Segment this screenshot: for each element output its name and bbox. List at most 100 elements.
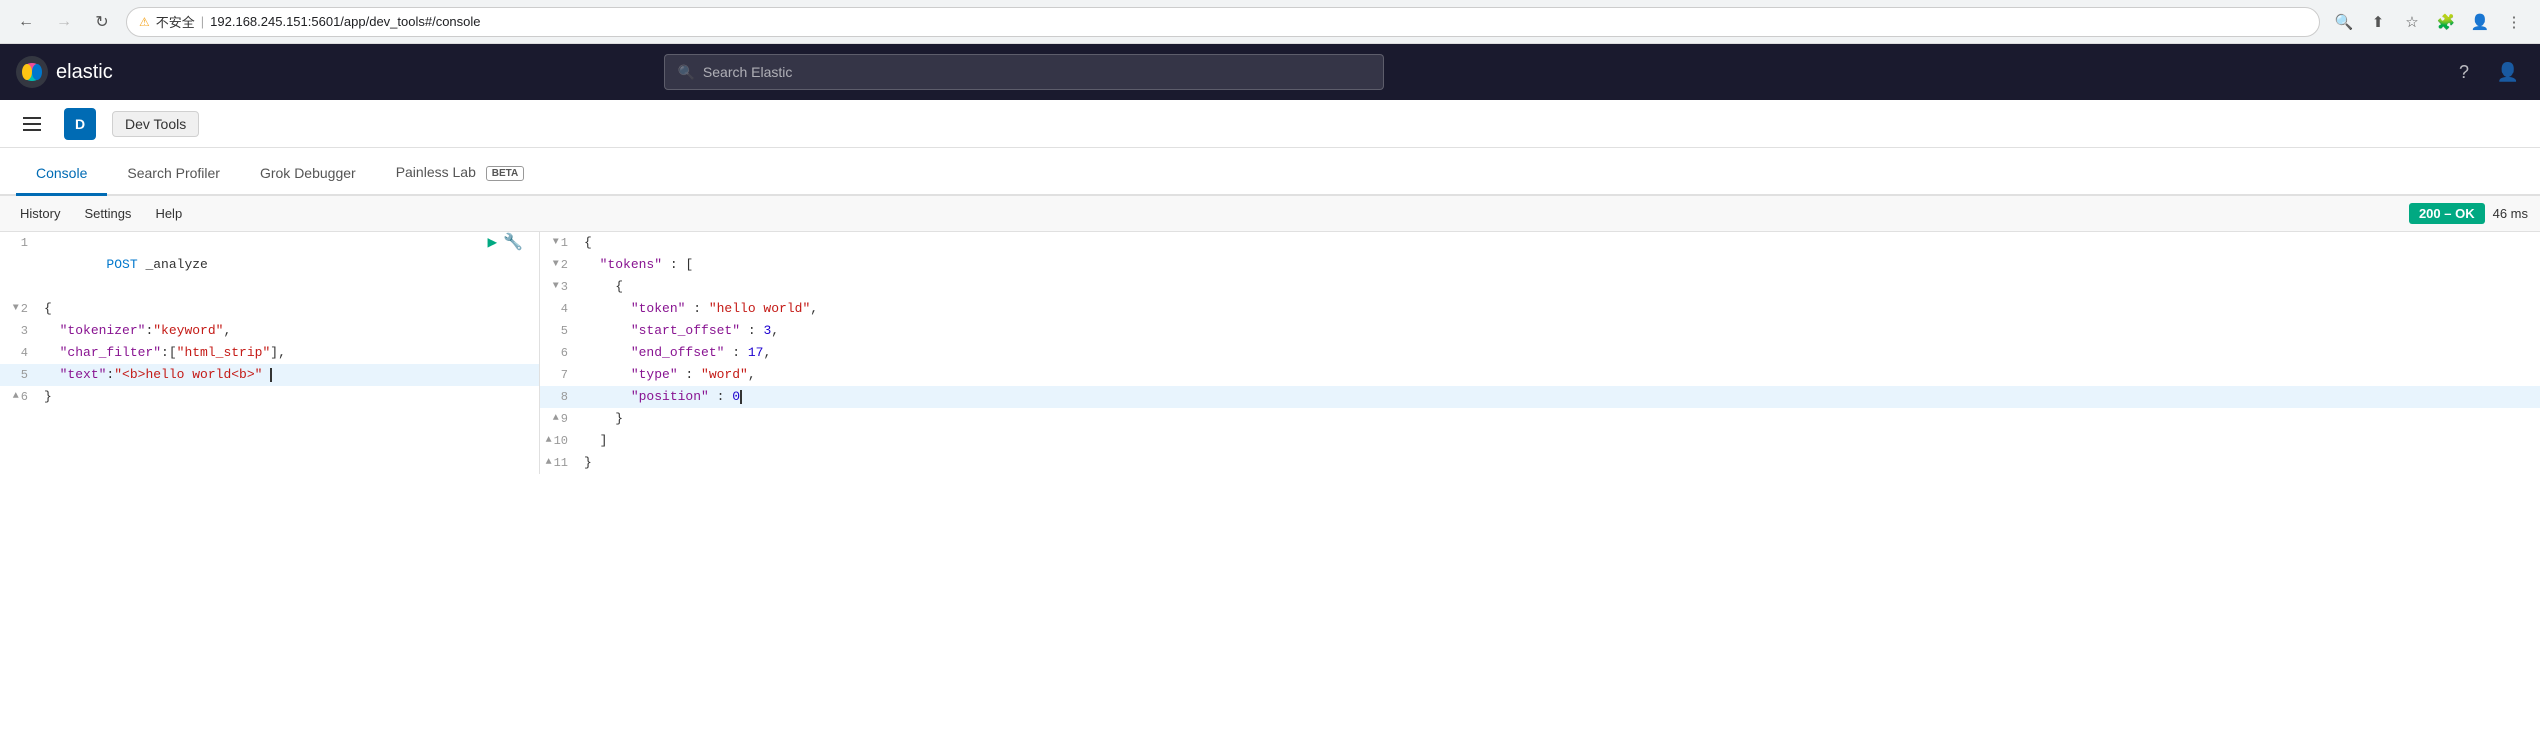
code-content: "tokens" : [ bbox=[580, 254, 2524, 276]
url-text: 192.168.245.151:5601/app/dev_tools#/cons… bbox=[210, 14, 2307, 29]
search-placeholder: Search Elastic bbox=[703, 64, 792, 80]
code-content: "type" : "word", bbox=[580, 364, 2524, 386]
editor-line: ▲ 10 ] bbox=[540, 430, 2540, 452]
editor-line: ▼ 1 { bbox=[540, 232, 2540, 254]
fold-indicator[interactable]: ▼ bbox=[553, 254, 559, 276]
run-button[interactable]: ▶ bbox=[487, 232, 497, 254]
editor-line: 4 "char_filter":["html_strip"], bbox=[0, 342, 539, 364]
search-icon: 🔍 bbox=[677, 64, 694, 81]
code-content: "char_filter":["html_strip"], bbox=[40, 342, 523, 364]
editor-line: ▲ 6 } bbox=[0, 386, 539, 408]
address-bar[interactable]: ⚠ 不安全 | 192.168.245.151:5601/app/dev_too… bbox=[126, 7, 2320, 37]
browser-share-button[interactable]: ⬆ bbox=[2364, 8, 2392, 36]
line-number: ▲ 10 bbox=[540, 430, 580, 452]
code-content: POST _analyze bbox=[40, 232, 479, 298]
fold-indicator[interactable]: ▲ bbox=[13, 386, 19, 408]
editor-line: 5 "text":"<b>hello world<b>" bbox=[0, 364, 539, 386]
code-content: "start_offset" : 3, bbox=[580, 320, 2524, 342]
editor-line: 1 POST _analyze ▶ 🔧 bbox=[0, 232, 539, 298]
forward-button[interactable]: → bbox=[50, 8, 78, 36]
status-badge: 200 – OK bbox=[2409, 203, 2485, 224]
editor-line: ▼ 2 "tokens" : [ bbox=[540, 254, 2540, 276]
elastic-logo-text: elastic bbox=[56, 61, 113, 84]
editor-container: 1 POST _analyze ▶ 🔧 ▼ 2 { 3 "tokenizer":… bbox=[0, 232, 2540, 474]
response-editor[interactable]: ▼ 1 { ▼ 2 "tokens" : [ ▼ 3 { 4 "token" :… bbox=[540, 232, 2540, 474]
toolbar: History Settings Help 200 – OK 46 ms bbox=[0, 196, 2540, 232]
code-content: { bbox=[580, 232, 2524, 254]
user-menu-icon[interactable]: 👤 bbox=[2492, 56, 2524, 88]
history-button[interactable]: History bbox=[12, 202, 68, 225]
elastic-logo[interactable]: elastic bbox=[16, 56, 113, 88]
code-content: ] bbox=[580, 430, 2524, 452]
user-badge: D bbox=[64, 108, 96, 140]
line-number: 4 bbox=[0, 342, 40, 364]
fold-indicator[interactable]: ▼ bbox=[553, 232, 559, 254]
wrench-button[interactable]: 🔧 bbox=[503, 232, 523, 254]
settings-button[interactable]: Settings bbox=[76, 202, 139, 225]
code-content: "end_offset" : 17, bbox=[580, 342, 2524, 364]
fold-indicator[interactable]: ▲ bbox=[553, 408, 559, 430]
line-number: ▲ 6 bbox=[0, 386, 40, 408]
fold-indicator[interactable]: ▲ bbox=[546, 452, 552, 474]
code-content: "tokenizer":"keyword", bbox=[40, 320, 523, 342]
hamburger-button[interactable] bbox=[16, 108, 48, 140]
help-button[interactable]: Help bbox=[147, 202, 190, 225]
browser-actions: 🔍 ⬆ ☆ 🧩 👤 ⋮ bbox=[2330, 8, 2528, 36]
line-number: 5 bbox=[0, 364, 40, 386]
code-content: } bbox=[40, 386, 523, 408]
editor-line: 3 "tokenizer":"keyword", bbox=[0, 320, 539, 342]
browser-menu-button[interactable]: ⋮ bbox=[2500, 8, 2528, 36]
editor-line: ▲ 9 } bbox=[540, 408, 2540, 430]
line-number: ▲ 11 bbox=[540, 452, 580, 474]
line-number: ▲ 9 bbox=[540, 408, 580, 430]
fold-indicator[interactable]: ▲ bbox=[546, 430, 552, 452]
line-number: ▼ 2 bbox=[540, 254, 580, 276]
code-content: "text":"<b>hello world<b>" bbox=[40, 364, 523, 386]
toolbar-right: 200 – OK 46 ms bbox=[2409, 203, 2528, 224]
code-content: { bbox=[580, 276, 2524, 298]
help-icon[interactable]: ? bbox=[2448, 56, 2480, 88]
editor-line: 4 "token" : "hello world", bbox=[540, 298, 2540, 320]
request-editor[interactable]: 1 POST _analyze ▶ 🔧 ▼ 2 { 3 "tokenizer":… bbox=[0, 232, 540, 474]
sub-header: D Dev Tools bbox=[0, 100, 2540, 148]
line-number: ▼ 2 bbox=[0, 298, 40, 320]
reload-button[interactable]: ↻ bbox=[88, 8, 116, 36]
tab-grok-debugger[interactable]: Grok Debugger bbox=[240, 153, 376, 196]
code-content: } bbox=[580, 452, 2524, 474]
tab-search-profiler[interactable]: Search Profiler bbox=[107, 153, 240, 196]
code-content: "position" : 0 bbox=[580, 386, 2524, 408]
elastic-search-bar[interactable]: 🔍 Search Elastic bbox=[664, 54, 1384, 90]
browser-bookmark-button[interactable]: ☆ bbox=[2398, 8, 2426, 36]
editor-line: 8 "position" : 0 bbox=[540, 386, 2540, 408]
line-number: 6 bbox=[540, 342, 580, 364]
tab-console[interactable]: Console bbox=[16, 153, 107, 196]
line-number: 1 bbox=[0, 232, 40, 254]
editor-line: ▼ 3 { bbox=[540, 276, 2540, 298]
editor-line: 7 "type" : "word", bbox=[540, 364, 2540, 386]
security-label: 不安全 bbox=[156, 12, 195, 31]
browser-extension-icon[interactable]: 🧩 bbox=[2432, 8, 2460, 36]
breadcrumb-item[interactable]: Dev Tools bbox=[112, 111, 199, 137]
code-content: } bbox=[580, 408, 2524, 430]
tab-painless-lab[interactable]: Painless Lab BETA bbox=[376, 152, 545, 196]
toolbar-left: History Settings Help bbox=[12, 202, 190, 225]
editor-line: 6 "end_offset" : 17, bbox=[540, 342, 2540, 364]
tabs-bar: Console Search Profiler Grok Debugger Pa… bbox=[0, 148, 2540, 196]
code-content: { bbox=[40, 298, 523, 320]
fold-indicator[interactable]: ▼ bbox=[13, 298, 19, 320]
elastic-topbar: elastic 🔍 Search Elastic ? 👤 bbox=[0, 44, 2540, 100]
code-content: "token" : "hello world", bbox=[580, 298, 2524, 320]
browser-bar: ← → ↻ ⚠ 不安全 | 192.168.245.151:5601/app/d… bbox=[0, 0, 2540, 44]
editor-line: ▲ 11 } bbox=[540, 452, 2540, 474]
editor-line: ▼ 2 { bbox=[0, 298, 539, 320]
editor-actions: ▶ 🔧 bbox=[487, 232, 523, 254]
line-number: 7 bbox=[540, 364, 580, 386]
browser-search-button[interactable]: 🔍 bbox=[2330, 8, 2358, 36]
browser-profile-button[interactable]: 👤 bbox=[2466, 8, 2494, 36]
back-button[interactable]: ← bbox=[12, 8, 40, 36]
elastic-logo-icon bbox=[16, 56, 48, 88]
security-icon: ⚠ bbox=[139, 15, 150, 29]
fold-indicator[interactable]: ▼ bbox=[553, 276, 559, 298]
line-number: 4 bbox=[540, 298, 580, 320]
response-time: 46 ms bbox=[2493, 206, 2528, 221]
